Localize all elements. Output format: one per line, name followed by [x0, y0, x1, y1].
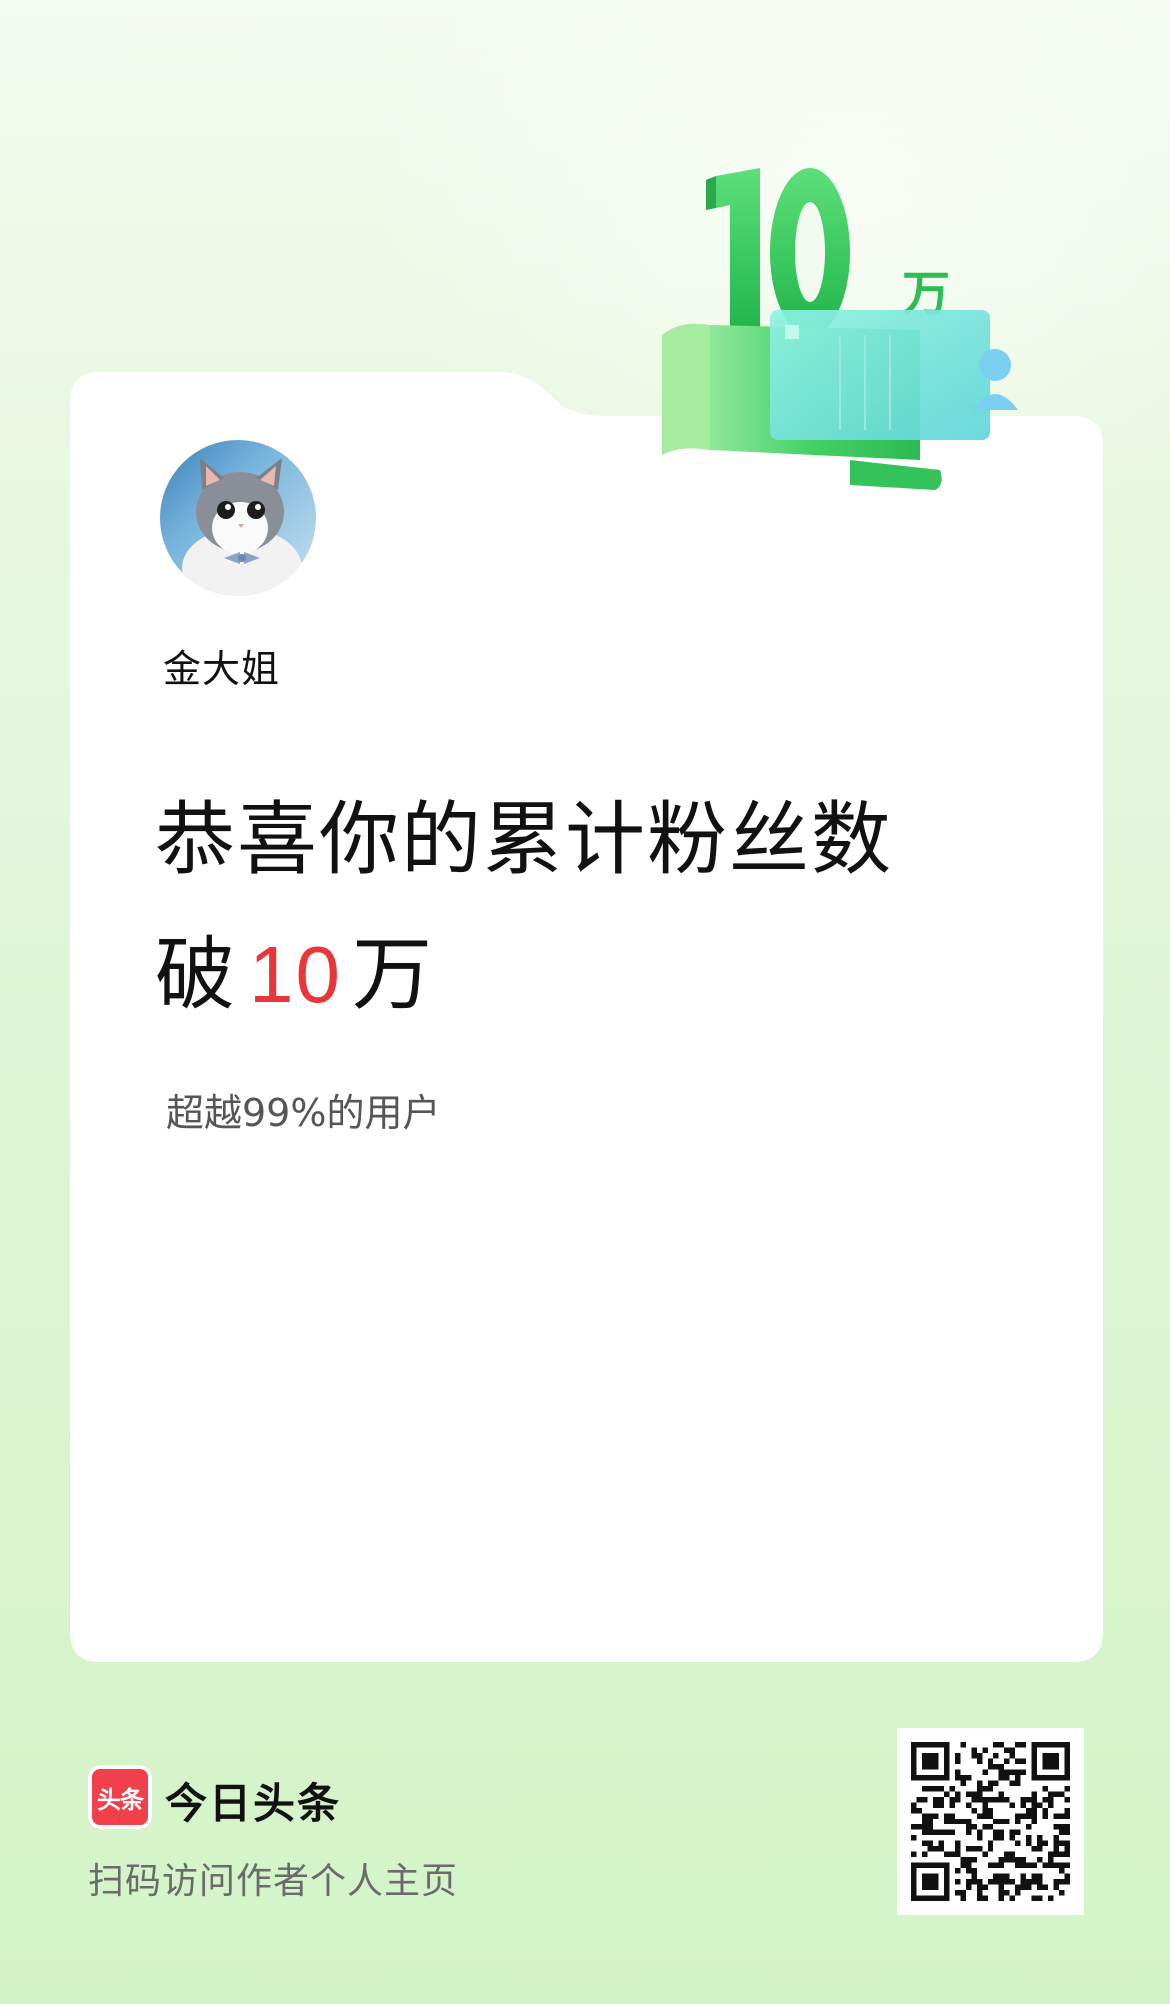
qr-code-icon	[911, 1742, 1070, 1901]
badge-number-shadow	[706, 176, 716, 210]
headline-prefix: 破	[155, 928, 237, 1021]
headline-suffix: 万	[351, 928, 434, 1021]
scan-hint: 扫码访问作者个人主页	[88, 1861, 459, 1902]
headline-line1: 恭喜你的累计粉丝数	[155, 793, 893, 886]
headline-line2: 破 10 万	[155, 925, 434, 1025]
qr-code[interactable]	[897, 1728, 1084, 1915]
cat-avatar-icon	[182, 458, 302, 596]
person-icon	[979, 349, 1011, 381]
percentile-text: 超越99%的用户	[166, 1091, 441, 1135]
follower-count-number: 10	[249, 930, 342, 1019]
app-logo-icon: 头条	[88, 1765, 152, 1829]
app-name: 今日头条	[165, 1779, 342, 1828]
avatar	[160, 440, 316, 596]
milestone-badge: 万	[650, 160, 1030, 500]
username: 金大姐	[163, 647, 281, 691]
